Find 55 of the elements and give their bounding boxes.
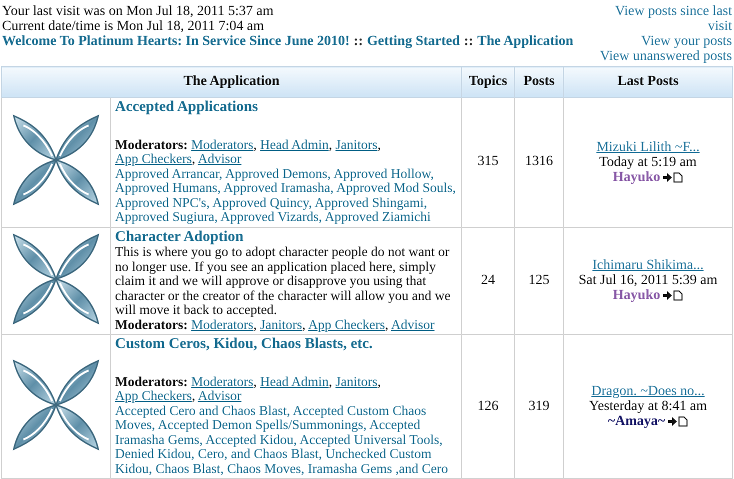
moderator-link[interactable]: Advisor <box>198 388 242 403</box>
moderator-link[interactable]: Advisor <box>198 151 242 166</box>
last-post-time: Sat Jul 16, 2011 5:39 am <box>578 273 718 288</box>
topics-count: 24 <box>481 272 495 288</box>
username-link[interactable]: Hayuko <box>612 170 660 185</box>
moderators-line: Moderators: Moderators, Head Admin, Janitors, App Checkers, Advisor <box>115 138 382 166</box>
last-post-topic-link[interactable]: Dragon. ~Does no... <box>591 384 705 399</box>
moderators-line: Moderators: Moderators, Janitors, App Checkers, Advisor <box>115 318 436 332</box>
last-post-topic-link[interactable]: Ichimaru Shikima... <box>592 258 704 274</box>
breadcrumb-separator: :: <box>354 34 363 49</box>
breadcrumb-link[interactable]: Getting Started <box>366 34 460 49</box>
current-time-text: Current date/time is Mon Jul 18, 2011 7:04 am <box>2 19 265 34</box>
column-header: Posts <box>523 74 555 89</box>
breadcrumb-link[interactable]: Welcome To Platinum Hearts: In Service Since June 2010! <box>2 34 350 49</box>
topics-count: 315 <box>478 154 498 170</box>
forum-title-link[interactable]: Character Adoption <box>115 230 457 244</box>
username-link[interactable]: ~Amaya~ <box>608 414 666 429</box>
subforum-links[interactable]: Approved Arrancar, Approved Demons, Approved Hollow, Approved Humans, Approved Iramasha, Approved Mod Souls, Approved NPC's, Approved Quincy, Approved Shingami, Approved Sugiura, Approved Vizards, Approved Ziamichi <box>115 166 457 224</box>
moderator-link[interactable]: Head Admin <box>260 374 329 388</box>
quick-link[interactable]: View posts since last visit <box>592 4 732 34</box>
go-to-post-icon[interactable] <box>668 416 688 427</box>
breadcrumb-separator: :: <box>464 34 474 49</box>
moderator-link[interactable]: Janitors <box>335 374 378 388</box>
moderator-link[interactable]: Moderators <box>191 136 254 152</box>
last-post-time: Yesterday at 8:41 am <box>588 399 708 414</box>
posts-count: 125 <box>528 272 550 288</box>
moderator-link[interactable]: Head Admin <box>260 136 329 152</box>
posts-count: 1316 <box>525 154 553 170</box>
last-visit-text: Your last visit was on Mon Jul 18, 2011 5:37 am <box>2 4 274 19</box>
moderator-link[interactable]: App Checkers <box>308 316 385 332</box>
quick-link[interactable]: View your posts <box>641 34 732 49</box>
moderator-link[interactable]: Moderators <box>191 374 254 388</box>
forum-title-link[interactable]: Accepted Applications <box>115 100 457 114</box>
breadcrumb-link[interactable]: The Application <box>477 34 574 49</box>
posts-count: 319 <box>528 398 550 414</box>
moderator-link[interactable]: Moderators <box>191 316 254 332</box>
forum-description: This is where you go to adopt character people do not want or no longer use. If you see an application placed here, simply claim it and we will approve or disapprove you using that character or the creator of the character will allow you and we will move it back to accepted. <box>115 245 452 318</box>
moderator-link[interactable]: App Checkers <box>115 388 192 403</box>
go-to-post-icon[interactable] <box>663 290 684 302</box>
username-link[interactable]: Hayuko <box>612 288 660 304</box>
moderator-link[interactable]: App Checkers <box>115 151 192 166</box>
moderator-link[interactable]: Advisor <box>390 316 434 332</box>
moderator-link[interactable]: Janitors <box>335 136 378 152</box>
topics-count: 126 <box>478 398 498 414</box>
go-to-post-icon[interactable] <box>663 172 684 183</box>
moderators-line: Moderators: Moderators, Head Admin, Janitors, App Checkers, Advisor <box>115 374 382 404</box>
last-post-topic-link[interactable]: Mizuki Lilith ~F... <box>596 140 700 155</box>
forum-title-link[interactable]: Custom Ceros, Kidou, Chaos Blasts, etc. <box>115 337 457 352</box>
last-post-time: Today at 5:19 am <box>598 154 698 170</box>
column-header: Topics <box>468 74 508 89</box>
moderator-link[interactable]: Janitors <box>260 316 302 332</box>
subforum-links[interactable]: Accepted Cero and Chaos Blast, Accepted Custom Chaos Moves, Accepted Demon Spells/Summonings, Accepted Iramasha Gems, Accepted Kidou, Accepted Universal Tools, Denied Kidou, Cero, and Chaos Blast, Unchecked Custom Kidou, Chaos Blast, Chaos Moves, Iramasha Gems ,and Cero <box>115 404 457 476</box>
quick-link[interactable]: View unanswered posts <box>600 49 732 64</box>
column-header: Last Posts <box>617 74 679 89</box>
column-header: The Application <box>183 74 280 89</box>
